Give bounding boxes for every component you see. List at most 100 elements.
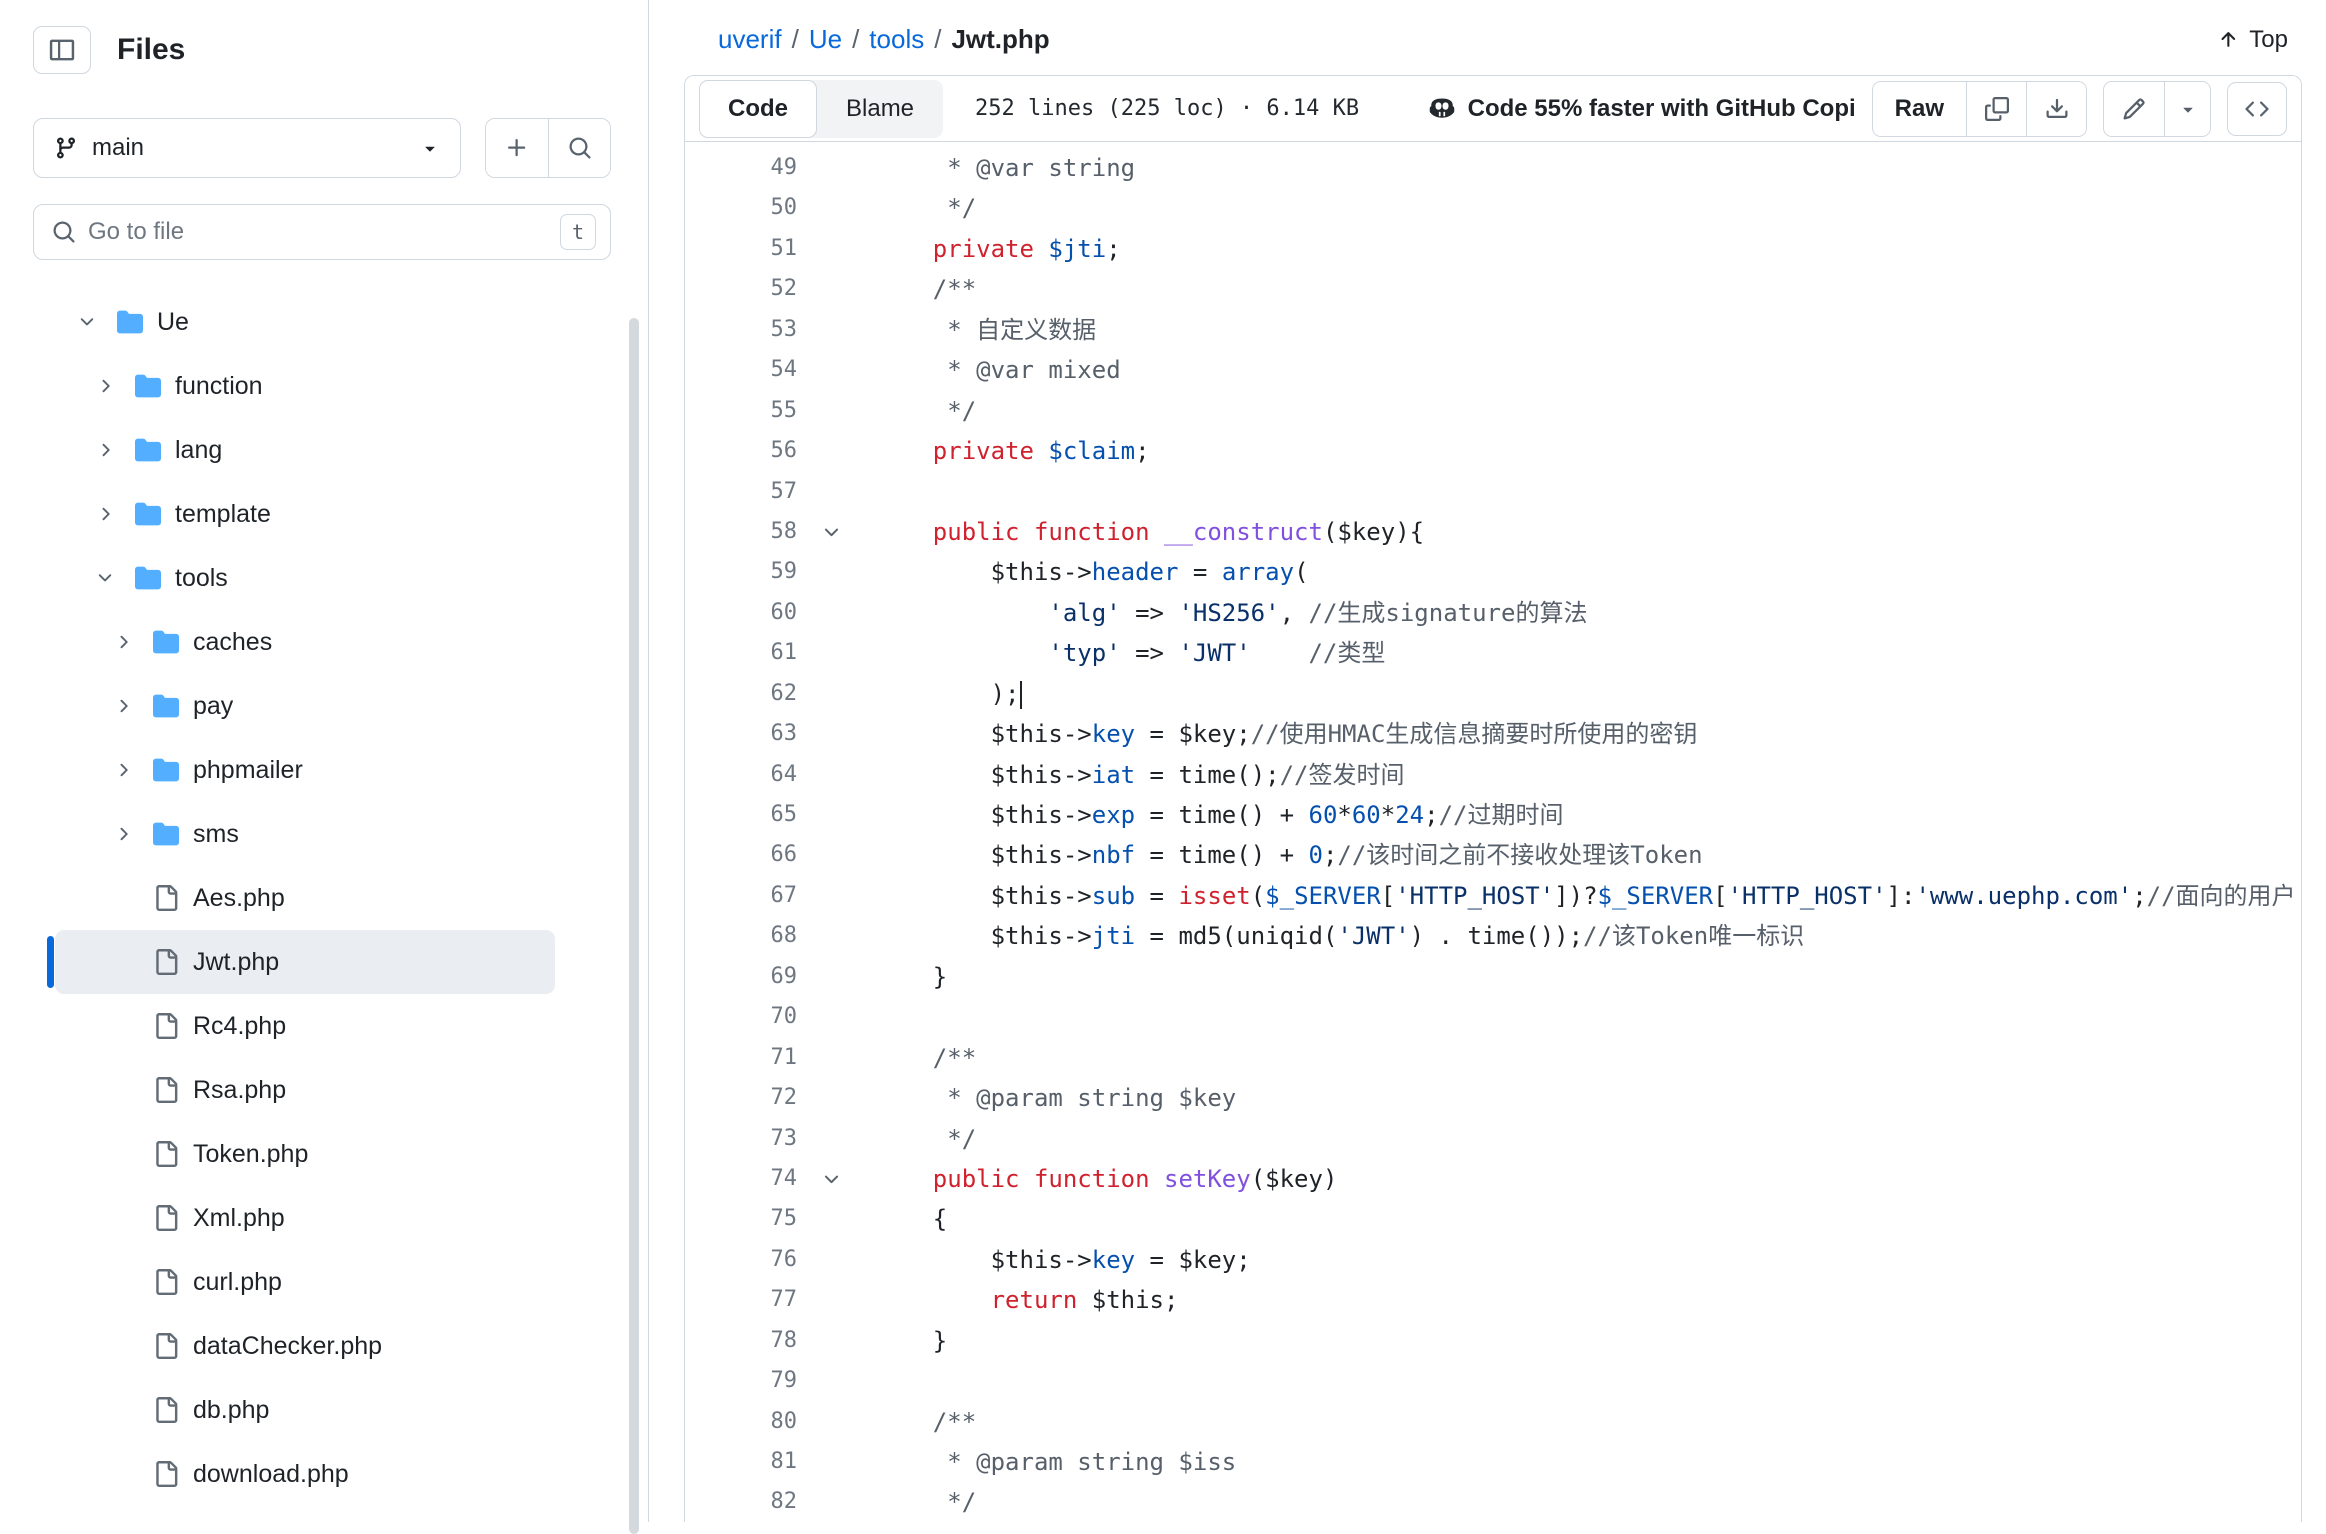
tab-blame[interactable]: Blame [817, 80, 943, 138]
download-icon [2045, 97, 2069, 121]
tree-file-token.php[interactable]: Token.php [55, 1122, 555, 1186]
tree-folder-tools[interactable]: tools [55, 546, 555, 610]
raw-button[interactable]: Raw [1873, 82, 1966, 136]
line-number[interactable]: 66 [685, 835, 797, 875]
code-text [875, 472, 2301, 512]
tree-file-rsa.php[interactable]: Rsa.php [55, 1058, 555, 1122]
tree-file-curl.php[interactable]: curl.php [55, 1250, 555, 1314]
tree-folder-ue[interactable]: Ue [55, 290, 555, 354]
code-text: } [875, 957, 2301, 997]
tree-folder-template[interactable]: template [55, 482, 555, 546]
code-text: $this->key = $key;//使用HMAC生成信息摘要时所使用的密钥 [875, 714, 2301, 754]
code-line: 57 [685, 472, 2301, 512]
line-number[interactable]: 61 [685, 633, 797, 673]
tree-folder-function[interactable]: function [55, 354, 555, 418]
code-text: 'alg' => 'HS256', //生成signature的算法 [875, 593, 2301, 633]
line-number[interactable]: 58 [685, 512, 797, 552]
fold-spacer [797, 876, 875, 916]
line-number[interactable]: 81 [685, 1442, 797, 1482]
fold-spacer [797, 674, 875, 714]
line-number[interactable]: 74 [685, 1159, 797, 1199]
tree-file-xml.php[interactable]: Xml.php [55, 1186, 555, 1250]
tree-file-datachecker.php[interactable]: dataChecker.php [55, 1314, 555, 1378]
line-number[interactable]: 63 [685, 714, 797, 754]
search-tree-button[interactable] [548, 119, 610, 177]
fold-spacer [797, 1442, 875, 1482]
tree-folder-sms[interactable]: sms [55, 802, 555, 866]
copilot-banner[interactable]: Code 55% faster with GitHub Copi [1428, 95, 1856, 123]
code-text: * @var string [875, 148, 2301, 188]
tree-file-db.php[interactable]: db.php [55, 1378, 555, 1442]
line-number[interactable]: 76 [685, 1240, 797, 1280]
line-number[interactable]: 51 [685, 229, 797, 269]
line-number[interactable]: 70 [685, 997, 797, 1037]
download-button[interactable] [2026, 82, 2086, 136]
edit-options-button[interactable] [2164, 82, 2210, 136]
copy-raw-button[interactable] [1966, 82, 2026, 136]
line-number[interactable]: 72 [685, 1078, 797, 1118]
tab-code[interactable]: Code [699, 80, 817, 138]
sidebar-scrollbar[interactable] [629, 318, 639, 1534]
tree-folder-pay[interactable]: pay [55, 674, 555, 738]
line-number[interactable]: 57 [685, 472, 797, 512]
back-to-top-button[interactable]: Top [2217, 26, 2288, 54]
line-number[interactable]: 53 [685, 310, 797, 350]
new-file-button[interactable] [486, 119, 548, 177]
tree-item-label: tools [175, 564, 228, 593]
tree-file-download.php[interactable]: download.php [55, 1442, 555, 1506]
code-text: private $claim; [875, 431, 2301, 471]
line-number[interactable]: 71 [685, 1038, 797, 1078]
code-text: public function __construct($key){ [875, 512, 2301, 552]
line-number[interactable]: 50 [685, 188, 797, 228]
fold-toggle-icon[interactable] [797, 512, 875, 552]
tree-file-aes.php[interactable]: Aes.php [55, 866, 555, 930]
line-number[interactable]: 49 [685, 148, 797, 188]
line-number[interactable]: 78 [685, 1321, 797, 1361]
tree-item-label: function [175, 372, 263, 401]
code-line: 56 private $claim; [685, 431, 2301, 471]
file-icon [153, 885, 193, 911]
line-number[interactable]: 56 [685, 431, 797, 471]
line-number[interactable]: 80 [685, 1402, 797, 1442]
line-number[interactable]: 75 [685, 1199, 797, 1239]
code-line: 59 $this->header = array( [685, 552, 2301, 592]
git-branch-icon [54, 136, 78, 160]
file-icon [153, 1205, 193, 1231]
tree-folder-caches[interactable]: caches [55, 610, 555, 674]
go-to-file-input[interactable] [88, 218, 548, 246]
pencil-icon [2122, 97, 2146, 121]
line-number[interactable]: 73 [685, 1119, 797, 1159]
collapse-sidebar-button[interactable] [33, 26, 91, 74]
line-number[interactable]: 54 [685, 350, 797, 390]
fold-toggle-icon[interactable] [797, 1159, 875, 1199]
branch-selector-button[interactable]: main [33, 118, 461, 178]
line-number[interactable]: 69 [685, 957, 797, 997]
code-text: $this->jti = md5(uniqid('JWT') . time())… [875, 916, 2301, 956]
tree-folder-phpmailer[interactable]: phpmailer [55, 738, 555, 802]
line-number[interactable]: 62 [685, 674, 797, 714]
line-number[interactable]: 67 [685, 876, 797, 916]
line-number[interactable]: 64 [685, 755, 797, 795]
line-number[interactable]: 52 [685, 269, 797, 309]
symbols-panel-button[interactable] [2227, 82, 2287, 136]
breadcrumb-segment-uverif[interactable]: uverif [718, 24, 782, 55]
breadcrumb-segment-ue[interactable]: Ue [809, 24, 842, 55]
tree-file-jwt.php[interactable]: Jwt.php [55, 930, 555, 994]
edit-file-button[interactable] [2104, 82, 2164, 136]
line-number[interactable]: 79 [685, 1361, 797, 1401]
line-number[interactable]: 60 [685, 593, 797, 633]
line-number[interactable]: 82 [685, 1482, 797, 1522]
line-number[interactable]: 59 [685, 552, 797, 592]
line-number[interactable]: 77 [685, 1280, 797, 1320]
fold-spacer [797, 957, 875, 997]
line-number[interactable]: 68 [685, 916, 797, 956]
code-text: $this->sub = isset($_SERVER['HTTP_HOST']… [875, 876, 2301, 916]
line-number[interactable]: 65 [685, 795, 797, 835]
tree-file-rc4.php[interactable]: Rc4.php [55, 994, 555, 1058]
breadcrumb-separator: / [852, 24, 859, 55]
breadcrumb-segment-tools[interactable]: tools [869, 24, 924, 55]
line-number[interactable]: 55 [685, 391, 797, 431]
tree-folder-lang[interactable]: lang [55, 418, 555, 482]
fold-spacer [797, 1199, 875, 1239]
tree-item-label: pay [193, 692, 233, 721]
